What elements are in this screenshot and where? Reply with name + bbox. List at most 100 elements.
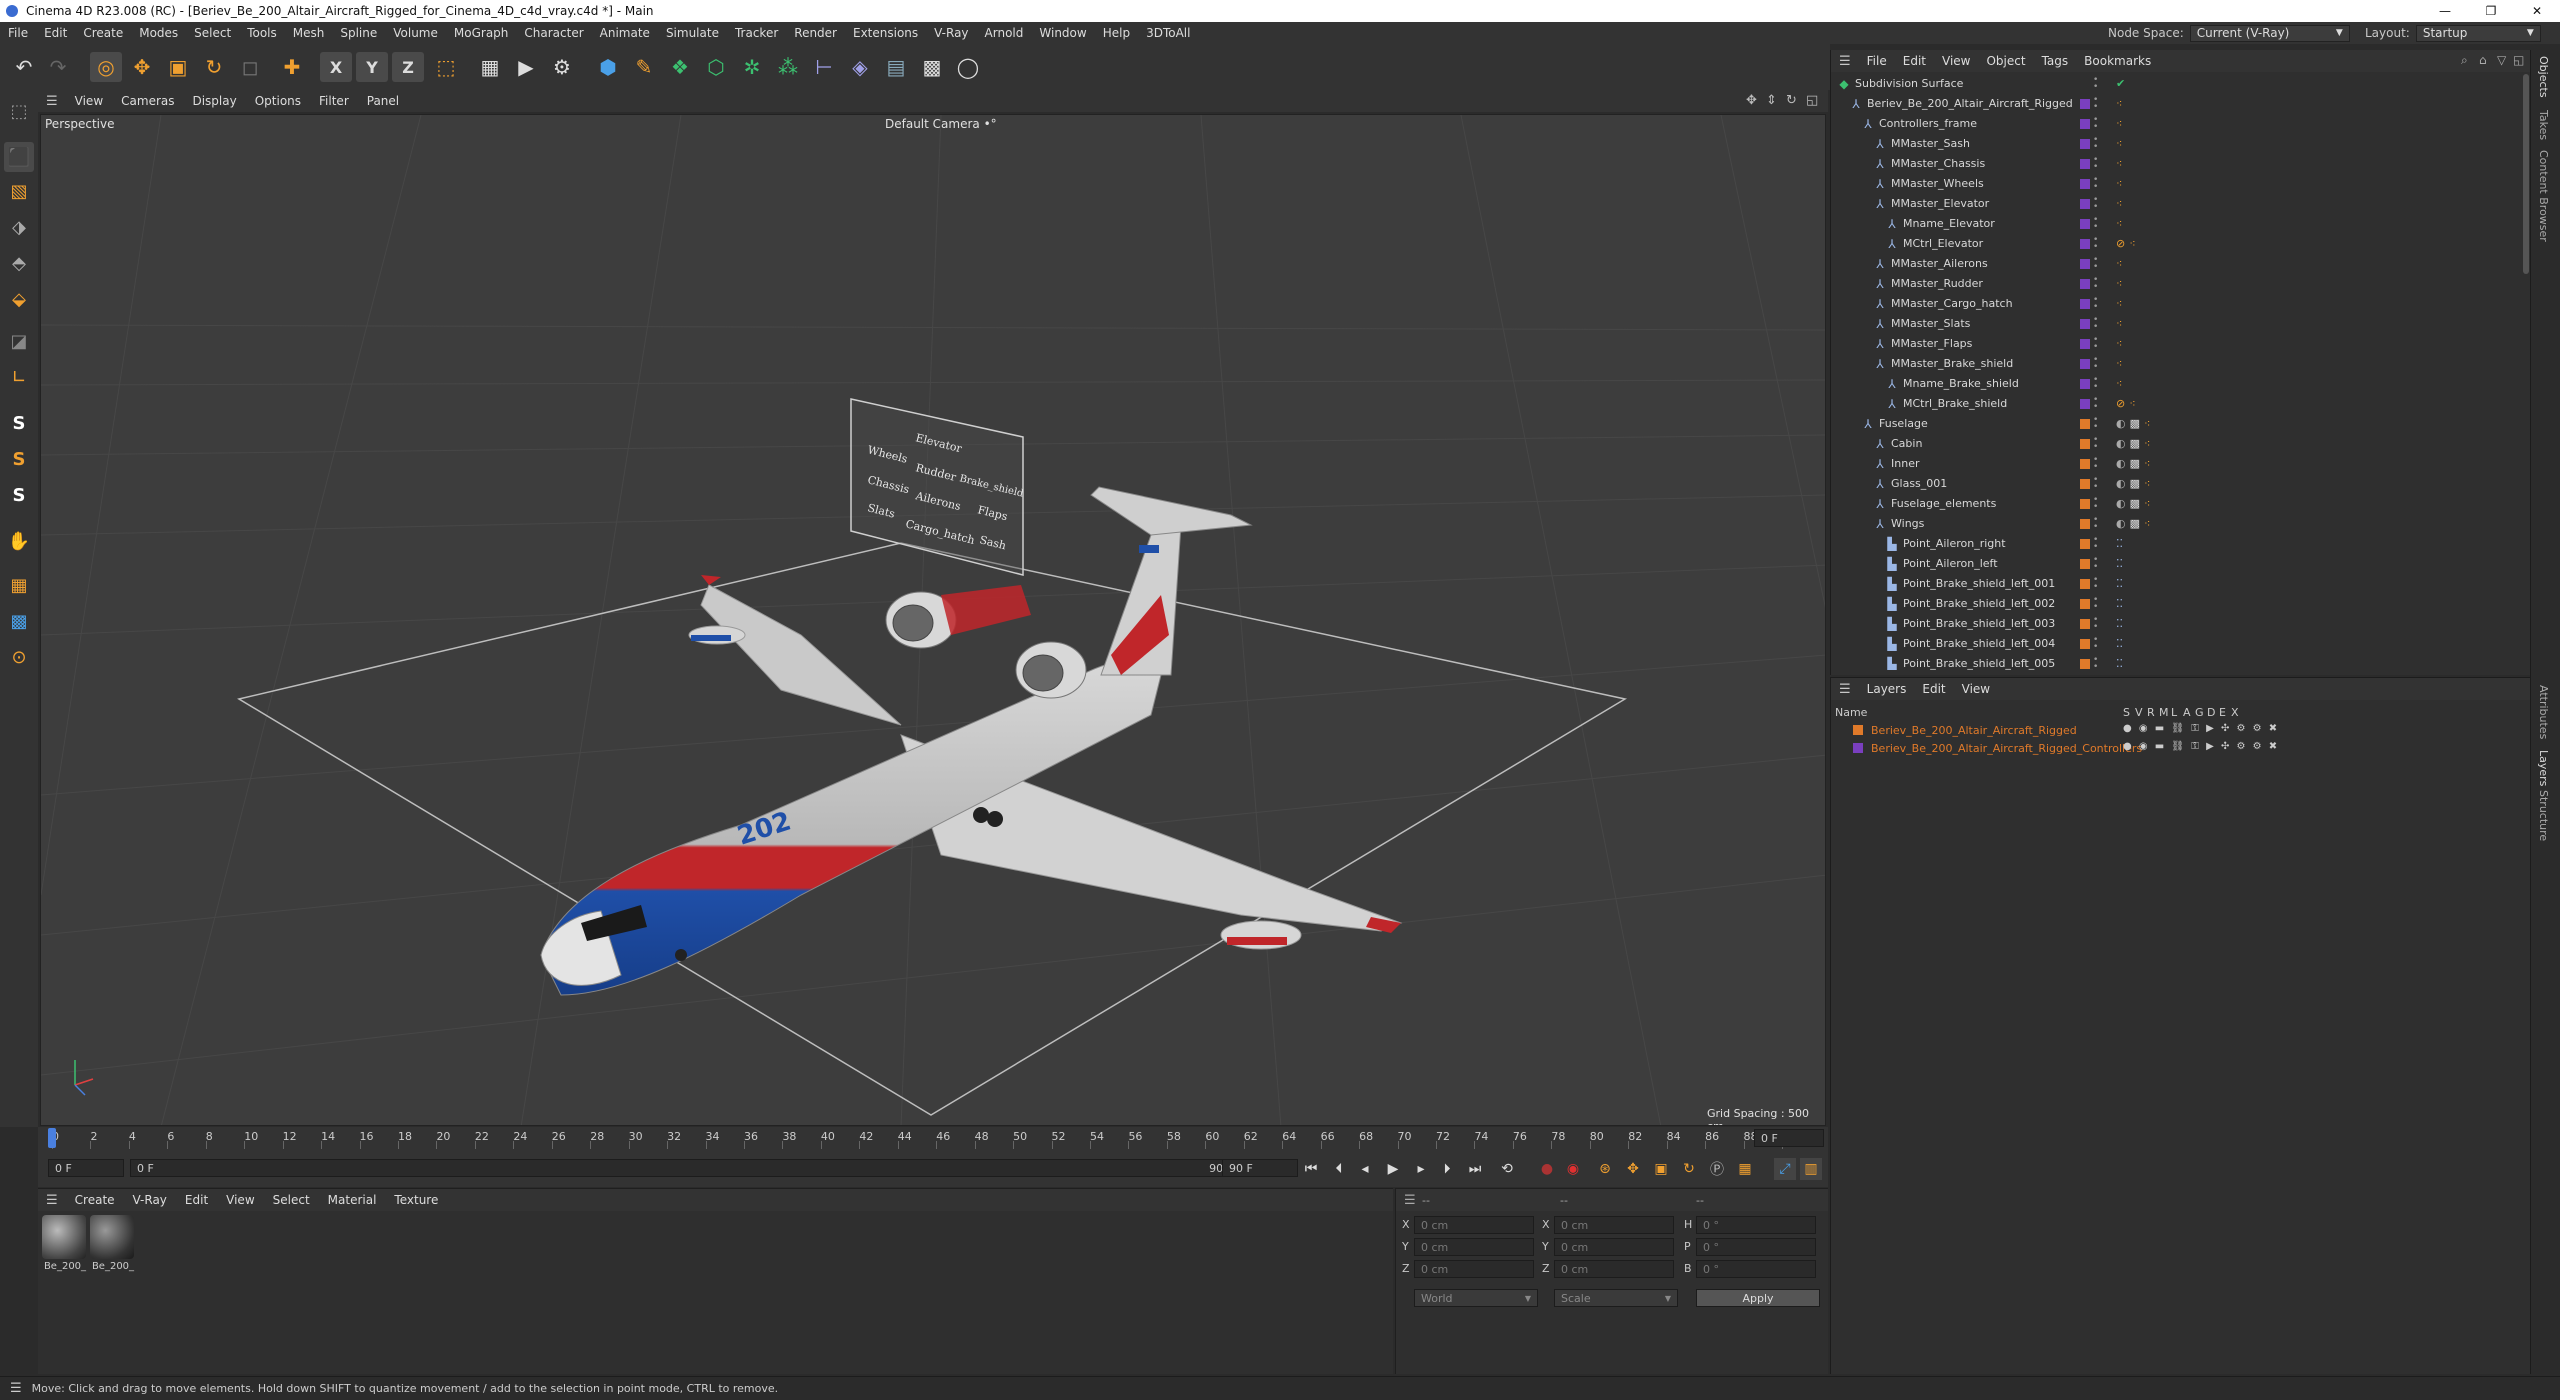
object-row[interactable]: ▙ Point_Brake_shield_left_004 • • ⁚⁚: [1831, 634, 2521, 654]
object-row[interactable]: ▙ Point_Aileron_right • • ⁚⁚: [1831, 534, 2521, 554]
pan-view-icon[interactable]: ✥: [1746, 93, 1757, 108]
object-row[interactable]: ▙ Point_Brake_shield_left_002 • • ⁚⁚: [1831, 594, 2521, 614]
object-tags[interactable]: ⁖: [2116, 137, 2122, 151]
object-layer-swatch[interactable]: [2080, 179, 2090, 189]
object-layer-swatch[interactable]: [2080, 119, 2090, 129]
object-row[interactable]: ◆ Subdivision Surface • • ✔: [1831, 74, 2521, 94]
timeline-ruler[interactable]: 0246810121416182022242628303234363840424…: [38, 1127, 1828, 1149]
object-row[interactable]: ⅄ MMaster_Sash • • ⁖: [1831, 134, 2521, 154]
object-tags[interactable]: ⁖: [2116, 337, 2122, 351]
object-tags[interactable]: ⁚⁚: [2116, 597, 2123, 611]
object-layer-swatch[interactable]: [2080, 319, 2090, 329]
object-layer-swatch[interactable]: [2080, 259, 2090, 269]
object-layer-swatch[interactable]: [2080, 379, 2090, 389]
scale-tool-icon[interactable]: ▣: [162, 52, 194, 82]
viewport-menu-cameras[interactable]: Cameras: [112, 94, 183, 108]
viewport-menu-panel[interactable]: Panel: [358, 94, 408, 108]
object-row[interactable]: ⅄ Inner • • ◐ ▩ ⁖: [1831, 454, 2521, 474]
tag-dots-icon[interactable]: ⁖: [2129, 237, 2135, 251]
visibility-dots-icon[interactable]: • •: [2093, 536, 2103, 552]
cube-primitive-icon[interactable]: ⬢: [592, 52, 624, 82]
dolly-view-icon[interactable]: ⇕: [1766, 93, 1777, 108]
goto-end-icon[interactable]: ⏭: [1464, 1158, 1486, 1180]
visibility-dots-icon[interactable]: • •: [2093, 556, 2103, 572]
key-rotation-icon[interactable]: ↻: [1678, 1158, 1700, 1180]
redo-icon[interactable]: ↷: [42, 52, 74, 82]
render-settings-icon[interactable]: ⚙: [546, 52, 578, 82]
object-layer-swatch[interactable]: [2080, 239, 2090, 249]
object-layer-swatch[interactable]: [2080, 599, 2090, 609]
object-row[interactable]: ⅄ Controllers_frame • • ⁖: [1831, 114, 2521, 134]
search-icon[interactable]: ⌕: [2461, 53, 2468, 68]
layer-flag-icons[interactable]: ● ◉ ▬ ⛓ ⚿ ▶ ✣ ⚙ ⚙ ✖: [2123, 741, 2279, 752]
checker-tag-icon[interactable]: ▩: [2130, 497, 2140, 511]
object-layer-swatch[interactable]: [2080, 639, 2090, 649]
layer-row[interactable]: Beriev_Be_200_Altair_Aircraft_Rigged ● ◉…: [1831, 722, 2531, 740]
live-selection-icon[interactable]: ◎: [90, 52, 122, 82]
tag-dots-icon[interactable]: ⁖: [2144, 477, 2150, 491]
keyframe-selection-icon[interactable]: ⊛: [1594, 1158, 1616, 1180]
object-menu-bookmarks[interactable]: Bookmarks: [2076, 54, 2159, 68]
cloner-icon[interactable]: ✲: [736, 52, 768, 82]
material-menu-material[interactable]: Material: [319, 1193, 386, 1207]
tag-dots-icon[interactable]: ⁖: [2116, 97, 2122, 111]
object-layer-swatch[interactable]: [2080, 399, 2090, 409]
object-row[interactable]: ⅄ Fuselage_elements • • ◐ ▩ ⁖: [1831, 494, 2521, 514]
object-tags[interactable]: ◐ ▩ ⁖: [2116, 437, 2150, 451]
menu-modes[interactable]: Modes: [131, 26, 186, 40]
uv-grid-icon[interactable]: ▩: [4, 606, 34, 636]
object-menu-tags[interactable]: Tags: [2034, 54, 2077, 68]
object-layer-swatch[interactable]: [2080, 359, 2090, 369]
light-icon[interactable]: ◯: [952, 52, 984, 82]
close-button[interactable]: ✕: [2514, 0, 2560, 22]
object-row[interactable]: ⅄ Wings • • ◐ ▩ ⁖: [1831, 514, 2521, 534]
object-tags[interactable]: ⊘ ⁖: [2116, 237, 2136, 251]
checker-tag-icon[interactable]: ▩: [2130, 477, 2140, 491]
tag-dots-icon[interactable]: ⁖: [2116, 257, 2122, 271]
next-key-icon[interactable]: ⏵: [1436, 1158, 1458, 1180]
object-tags[interactable]: ⁖: [2116, 277, 2122, 291]
visibility-dots-icon[interactable]: • •: [2093, 176, 2103, 192]
object-row[interactable]: ⅄ MMaster_Ailerons • • ⁖: [1831, 254, 2521, 274]
coordinate-system-select[interactable]: World ▼: [1414, 1289, 1538, 1307]
menu-window[interactable]: Window: [1031, 26, 1094, 40]
layer-row[interactable]: Beriev_Be_200_Altair_Aircraft_Rigged_Con…: [1831, 740, 2531, 758]
point-tag-icon[interactable]: ⁚⁚: [2116, 577, 2123, 591]
visibility-dots-icon[interactable]: • •: [2093, 456, 2103, 472]
object-tags[interactable]: ⁖: [2116, 297, 2122, 311]
viewport-menu-display[interactable]: Display: [183, 94, 245, 108]
point-tag-icon[interactable]: ⁚⁚: [2116, 537, 2123, 551]
visibility-dots-icon[interactable]: • •: [2093, 576, 2103, 592]
visibility-dots-icon[interactable]: • •: [2093, 196, 2103, 212]
object-row[interactable]: ⅄ Mname_Elevator • • ⁖: [1831, 214, 2521, 234]
size-y-field[interactable]: 0 cm: [1554, 1238, 1674, 1256]
menu-spline[interactable]: Spline: [332, 26, 385, 40]
material-menu-select[interactable]: Select: [264, 1193, 319, 1207]
menu-select[interactable]: Select: [186, 26, 239, 40]
visibility-dots-icon[interactable]: • •: [2093, 416, 2103, 432]
rotation-h-field[interactable]: 0 °: [1696, 1216, 1816, 1234]
tag-dots-icon[interactable]: ⁖: [2144, 517, 2150, 531]
object-layer-swatch[interactable]: [2080, 659, 2090, 669]
tag-dots-icon[interactable]: ⁖: [2116, 117, 2122, 131]
layer-color-swatch[interactable]: [1853, 725, 1863, 735]
object-tags[interactable]: ◐ ▩ ⁖: [2116, 417, 2150, 431]
menu-tools[interactable]: Tools: [239, 26, 285, 40]
object-row[interactable]: ⅄ MMaster_Flaps • • ⁖: [1831, 334, 2521, 354]
object-tags[interactable]: ◐ ▩ ⁖: [2116, 497, 2150, 511]
object-layer-swatch[interactable]: [2080, 339, 2090, 349]
visibility-dots-icon[interactable]: • •: [2093, 156, 2103, 172]
object-tags[interactable]: ⁖: [2116, 117, 2122, 131]
point-tag-icon[interactable]: ⁚⁚: [2116, 657, 2123, 670]
key-parameter-icon[interactable]: Ⓟ: [1706, 1158, 1728, 1180]
visibility-dots-icon[interactable]: • •: [2093, 396, 2103, 412]
end-frame-field[interactable]: 90 F: [1222, 1159, 1298, 1177]
object-row[interactable]: ⅄ MMaster_Cargo_hatch • • ⁖: [1831, 294, 2521, 314]
rotate-tool-icon[interactable]: ↻: [198, 52, 230, 82]
tab-structure[interactable]: Structure: [2537, 790, 2550, 841]
object-row[interactable]: ⅄ MMaster_Elevator • • ⁖: [1831, 194, 2521, 214]
menu-volume[interactable]: Volume: [385, 26, 446, 40]
menu-create[interactable]: Create: [75, 26, 131, 40]
point-tag-icon[interactable]: ⁚⁚: [2116, 637, 2123, 651]
rotation-b-field[interactable]: 0 °: [1696, 1260, 1816, 1278]
